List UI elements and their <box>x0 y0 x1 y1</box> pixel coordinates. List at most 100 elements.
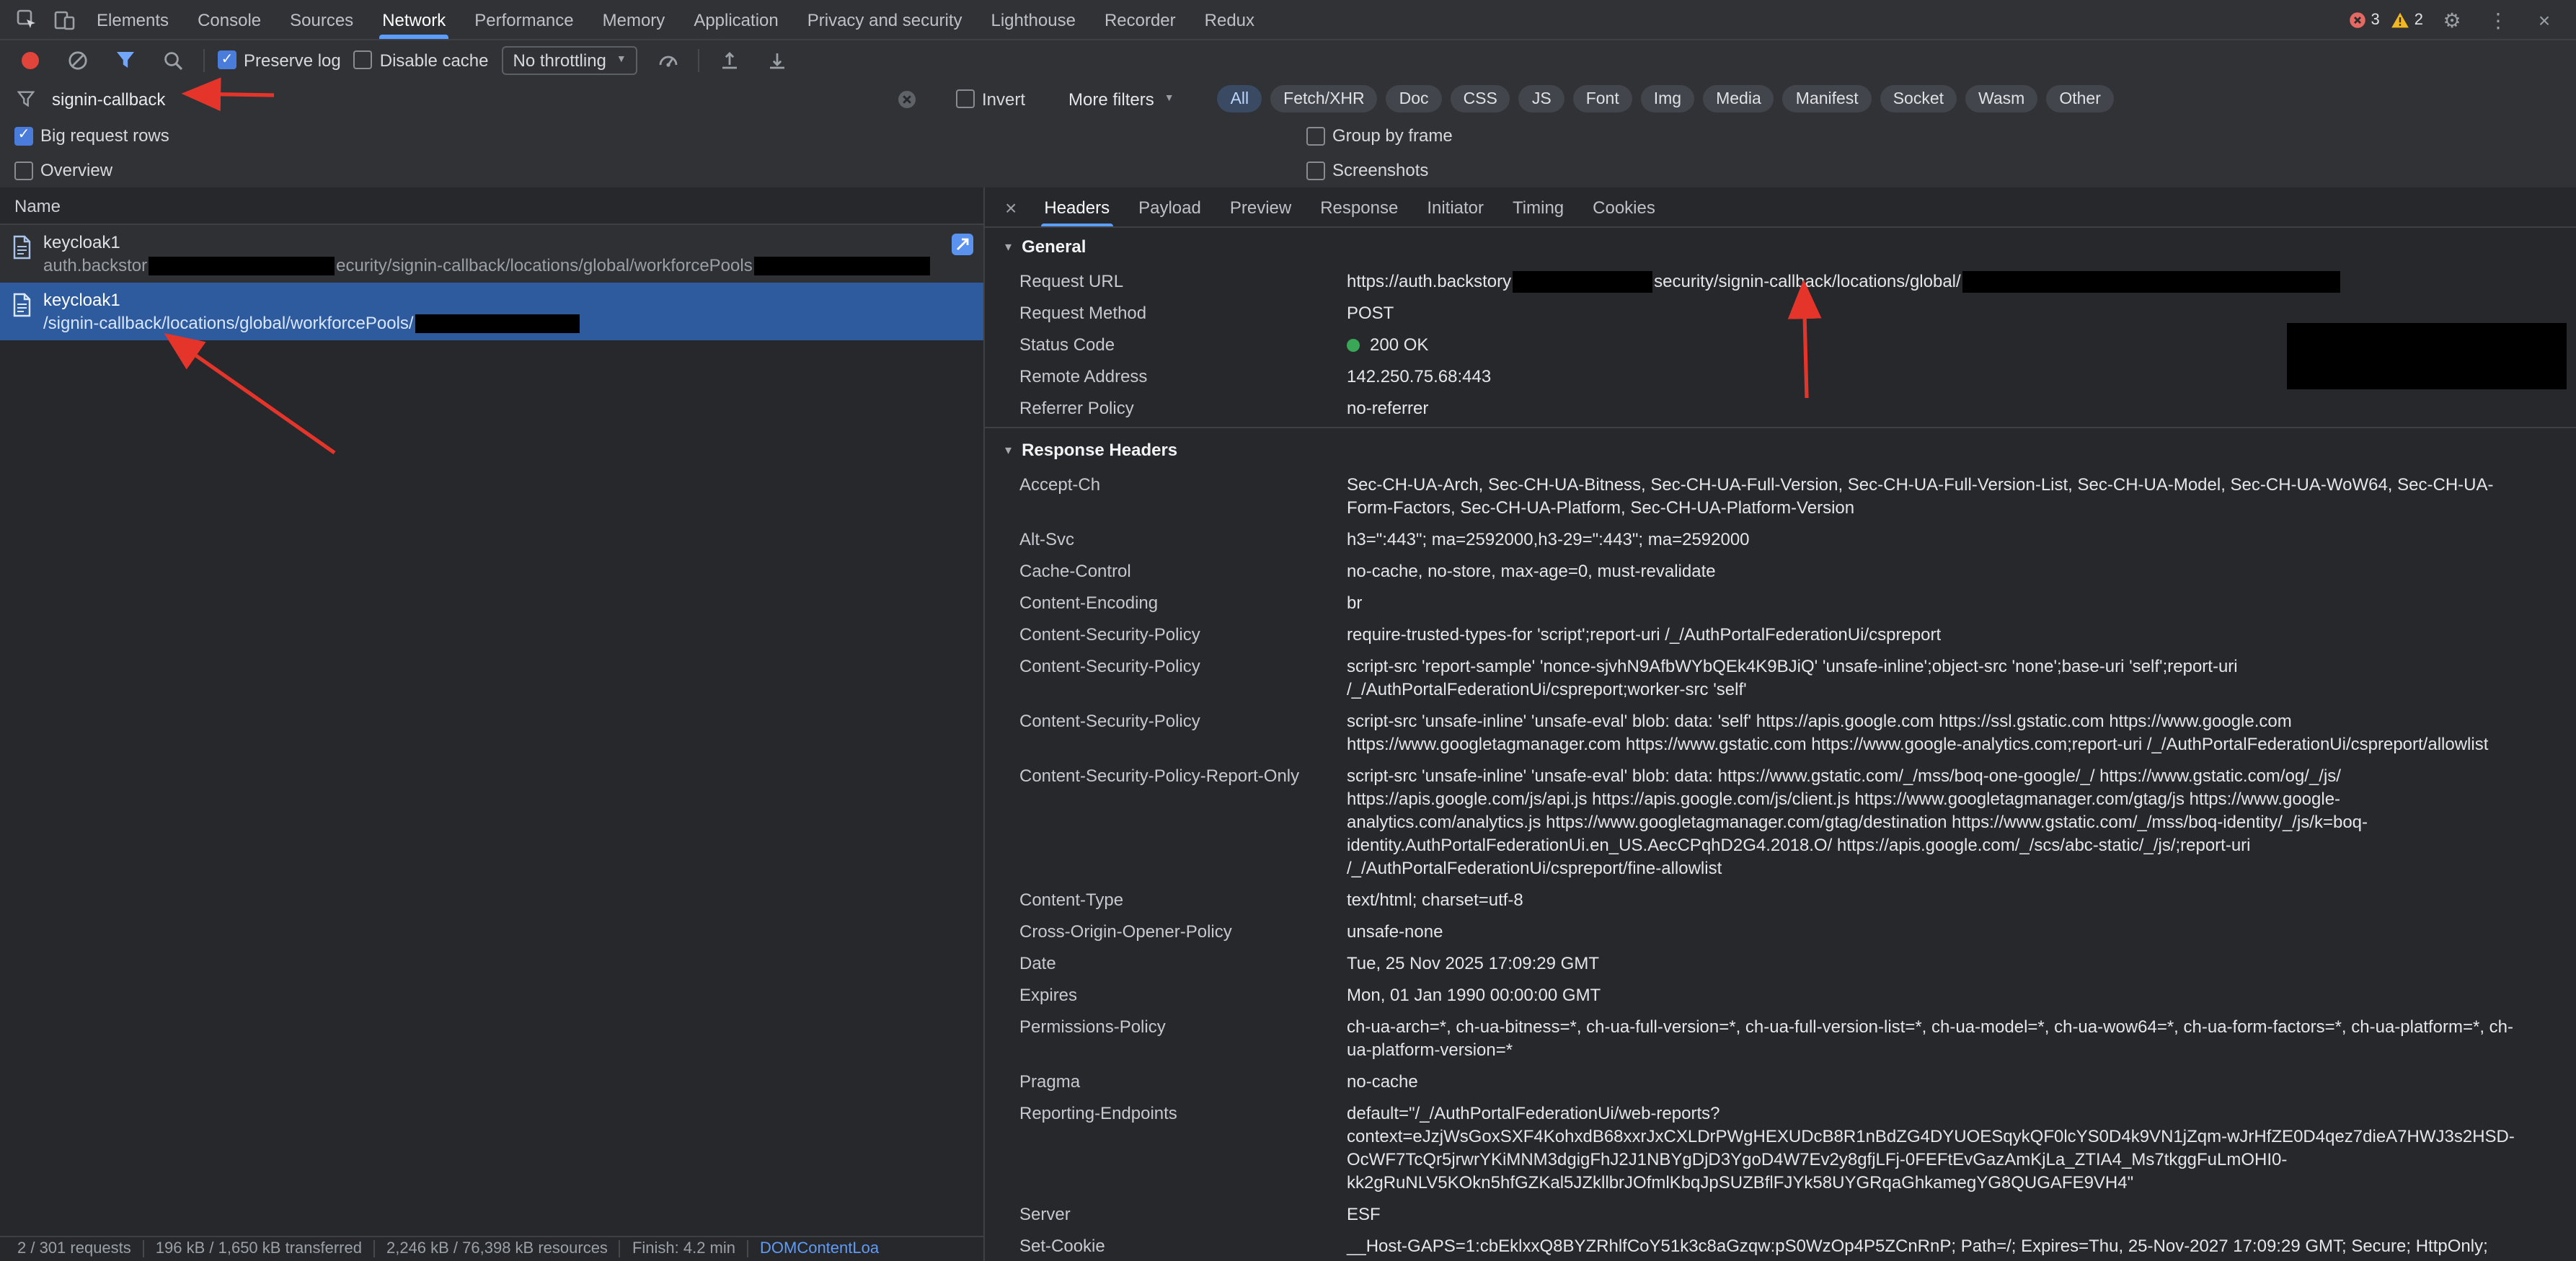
response-header-row: Content-Security-Policy require-trusted-… <box>985 619 2576 651</box>
throttling-select[interactable]: No throttling ▼ <box>502 45 638 74</box>
response-header-row: Content-Security-Policy script-src 'repo… <box>985 651 2576 706</box>
error-badge[interactable]: 3 <box>2350 11 2380 28</box>
header-name: Pragma <box>1019 1071 1347 1094</box>
invert-checkbox[interactable] <box>956 89 975 108</box>
response-header-row: Expires Mon, 01 Jan 1990 00:00:00 GMT <box>985 980 2576 1012</box>
redaction-box <box>1962 272 2340 293</box>
filter-chip-font[interactable]: Font <box>1573 85 1632 112</box>
response-header-row-clipped: Set-Cookie __Host-GAPS=1:cbEklxxQ8BYZRhl… <box>985 1231 2576 1261</box>
warning-badge[interactable]: 2 <box>2391 11 2423 28</box>
check-icon: ✓ <box>221 53 234 67</box>
overview-control[interactable]: Overview <box>14 160 112 180</box>
network-conditions-icon[interactable] <box>651 43 686 77</box>
tab-privacy-and-security[interactable]: Privacy and security <box>795 0 975 39</box>
tab-recorder[interactable]: Recorder <box>1092 0 1189 39</box>
tab-performance[interactable]: Performance <box>461 0 586 39</box>
tab-elements[interactable]: Elements <box>84 0 182 39</box>
detail-tab-payload[interactable]: Payload <box>1125 187 1214 226</box>
preserve-log-control[interactable]: ✓ Preserve log <box>218 50 341 70</box>
close-devtools-icon[interactable]: × <box>2527 2 2562 37</box>
general-section-header[interactable]: ▾ General <box>985 228 2576 265</box>
filter-chip-socket[interactable]: Socket <box>1880 85 1957 112</box>
filter-toggle-icon[interactable] <box>108 43 143 77</box>
header-name: Alt-Svc <box>1019 528 1347 552</box>
invert-filter-control[interactable]: Invert <box>956 89 1025 109</box>
big-request-rows-control[interactable]: ✓ Big request rows <box>14 125 169 146</box>
devtools-tabbar: Elements Console Sources Network Perform… <box>0 0 2576 40</box>
clear-network-log-button[interactable] <box>61 43 95 77</box>
header-row-referrer-policy: Referrer Policy no-referrer <box>985 393 2576 425</box>
header-value: POST <box>1347 302 2524 325</box>
screenshots-label: Screenshots <box>1332 160 1428 180</box>
tab-lighthouse[interactable]: Lighthouse <box>978 0 1089 39</box>
header-row-request-url: Request URL https://auth.backstorysecuri… <box>985 265 2576 298</box>
header-name: Content-Type <box>1019 889 1347 912</box>
disable-cache-checkbox[interactable] <box>354 50 373 69</box>
tab-sources[interactable]: Sources <box>277 0 366 39</box>
screenshots-checkbox[interactable] <box>1306 161 1325 180</box>
filter-chip-all[interactable]: All <box>1218 85 1262 112</box>
big-request-rows-checkbox[interactable]: ✓ <box>14 126 33 145</box>
record-network-log-button[interactable] <box>13 43 48 77</box>
export-har-icon[interactable] <box>761 43 795 77</box>
response-header-row: Content-Security-Policy-Report-Only scri… <box>985 761 2576 885</box>
header-name: Permissions-Policy <box>1019 1016 1347 1062</box>
response-headers-section-header[interactable]: ▾ Response Headers <box>985 432 2576 469</box>
filter-chip-other[interactable]: Other <box>2046 85 2114 112</box>
header-name: Reporting-Endpoints <box>1019 1102 1347 1195</box>
header-value: script-src 'unsafe-inline' 'unsafe-eval'… <box>1347 710 2524 756</box>
header-value: __Host-GAPS=1:cbEklxxQ8BYZRhlfCoY51k3c8a… <box>1347 1235 2524 1261</box>
header-value: Mon, 01 Jan 1990 00:00:00 GMT <box>1347 984 2524 1007</box>
response-header-row: Server ESF <box>985 1199 2576 1231</box>
kebab-menu-icon[interactable]: ⋮ <box>2481 2 2515 37</box>
screenshots-control[interactable]: Screenshots <box>1306 160 1428 180</box>
request-list-panel: Name keycloak1 auth.backstorecurity/sign… <box>0 187 983 1261</box>
overview-checkbox[interactable] <box>14 161 33 180</box>
filter-chip-manifest[interactable]: Manifest <box>1783 85 1872 112</box>
header-name: Expires <box>1019 984 1347 1007</box>
detail-tab-headers[interactable]: Headers <box>1031 187 1123 226</box>
name-column-header[interactable]: Name <box>0 187 983 225</box>
request-row-keycloak1-first[interactable]: keycloak1 auth.backstorecurity/signin-ca… <box>0 225 983 283</box>
header-value: Tue, 25 Nov 2025 17:09:29 GMT <box>1347 952 2524 975</box>
request-name: keycloak1 <box>43 231 931 254</box>
disable-cache-control[interactable]: Disable cache <box>354 50 489 70</box>
detail-tab-cookies[interactable]: Cookies <box>1580 187 1668 226</box>
detail-tab-preview[interactable]: Preview <box>1217 187 1304 226</box>
filter-icon <box>14 81 37 116</box>
tab-redux[interactable]: Redux <box>1192 0 1267 39</box>
settings-gear-icon[interactable]: ⚙ <box>2435 2 2469 37</box>
filter-chip-img[interactable]: Img <box>1641 85 1694 112</box>
external-link-icon[interactable] <box>952 234 973 255</box>
tab-console[interactable]: Console <box>185 0 274 39</box>
filter-chip-media[interactable]: Media <box>1703 85 1774 112</box>
filter-chip-doc[interactable]: Doc <box>1386 85 1442 112</box>
group-by-frame-control[interactable]: Group by frame <box>1306 125 1453 146</box>
detail-tab-initiator[interactable]: Initiator <box>1414 187 1497 226</box>
network-filter-input[interactable] <box>49 87 878 110</box>
search-icon[interactable] <box>156 43 190 77</box>
tab-memory[interactable]: Memory <box>590 0 678 39</box>
detail-tab-response[interactable]: Response <box>1307 187 1411 226</box>
general-section-title: General <box>1022 236 1086 257</box>
import-har-icon[interactable] <box>713 43 748 77</box>
document-icon <box>12 235 32 277</box>
response-headers-section: ▾ Response Headers Accept-Ch Sec-CH-UA-A… <box>985 428 2576 1261</box>
more-filters-button[interactable]: More filters ▼ <box>1068 89 1174 109</box>
group-by-frame-checkbox[interactable] <box>1306 126 1325 145</box>
header-value: no-referrer <box>1347 397 2524 420</box>
request-row-keycloak1-selected[interactable]: keycloak1 /signin-callback/locations/glo… <box>0 283 983 340</box>
filter-chip-js[interactable]: JS <box>1519 85 1564 112</box>
tab-network[interactable]: Network <box>369 0 459 39</box>
filter-chip-css[interactable]: CSS <box>1451 85 1510 112</box>
device-toolbar-icon[interactable] <box>46 2 81 37</box>
inspect-element-icon[interactable] <box>9 2 43 37</box>
preserve-log-checkbox[interactable]: ✓ <box>218 50 236 69</box>
clear-filter-icon[interactable] <box>890 81 924 116</box>
detail-tab-timing[interactable]: Timing <box>1500 187 1577 226</box>
filter-chip-wasm[interactable]: Wasm <box>1965 85 2037 112</box>
tab-application[interactable]: Application <box>681 0 791 39</box>
filter-chip-fetch-xhr[interactable]: Fetch/XHR <box>1270 85 1378 112</box>
header-value: script-src 'report-sample' 'nonce-sjvhN9… <box>1347 655 2524 702</box>
close-detail-icon[interactable]: × <box>996 195 1028 218</box>
